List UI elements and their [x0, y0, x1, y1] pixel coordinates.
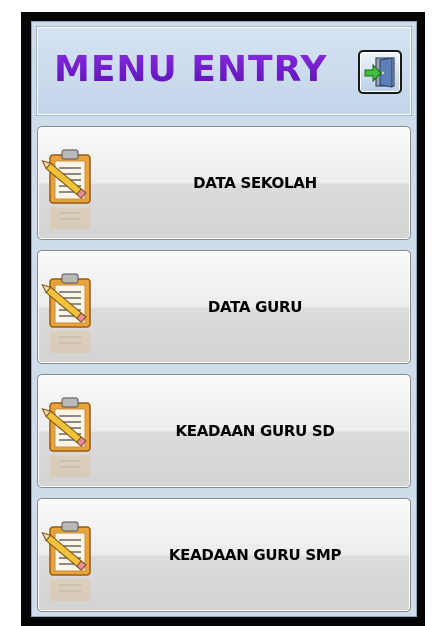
- menu-button-label: DATA SEKOLAH: [193, 174, 317, 192]
- window-frame: MENU ENTRY DATA SEKOLAH DATA GURU KEADAA…: [21, 12, 425, 626]
- menu-header: MENU ENTRY: [37, 27, 411, 115]
- clipboard-pencil-icon: [39, 397, 91, 478]
- exit-button[interactable]: [358, 50, 402, 94]
- clipboard-pencil-icon: [39, 149, 91, 230]
- menu-button-keadaan-guru-smp[interactable]: KEADAAN GURU SMP: [37, 498, 411, 612]
- menu-title: MENU ENTRY: [54, 49, 328, 90]
- clipboard-pencil-icon: [39, 273, 91, 354]
- menu-panel: MENU ENTRY DATA SEKOLAH DATA GURU KEADAA…: [31, 21, 417, 617]
- menu-button-data-sekolah[interactable]: DATA SEKOLAH: [37, 126, 411, 240]
- menu-button-data-guru[interactable]: DATA GURU: [37, 250, 411, 364]
- menu-button-keadaan-guru-sd[interactable]: KEADAAN GURU SD: [37, 374, 411, 488]
- menu-button-label: KEADAAN GURU SD: [175, 422, 335, 440]
- exit-door-icon: [364, 57, 395, 88]
- menu-button-label: DATA GURU: [207, 298, 303, 316]
- clipboard-pencil-icon: [39, 521, 91, 602]
- menu-button-label: KEADAAN GURU SMP: [168, 546, 342, 564]
